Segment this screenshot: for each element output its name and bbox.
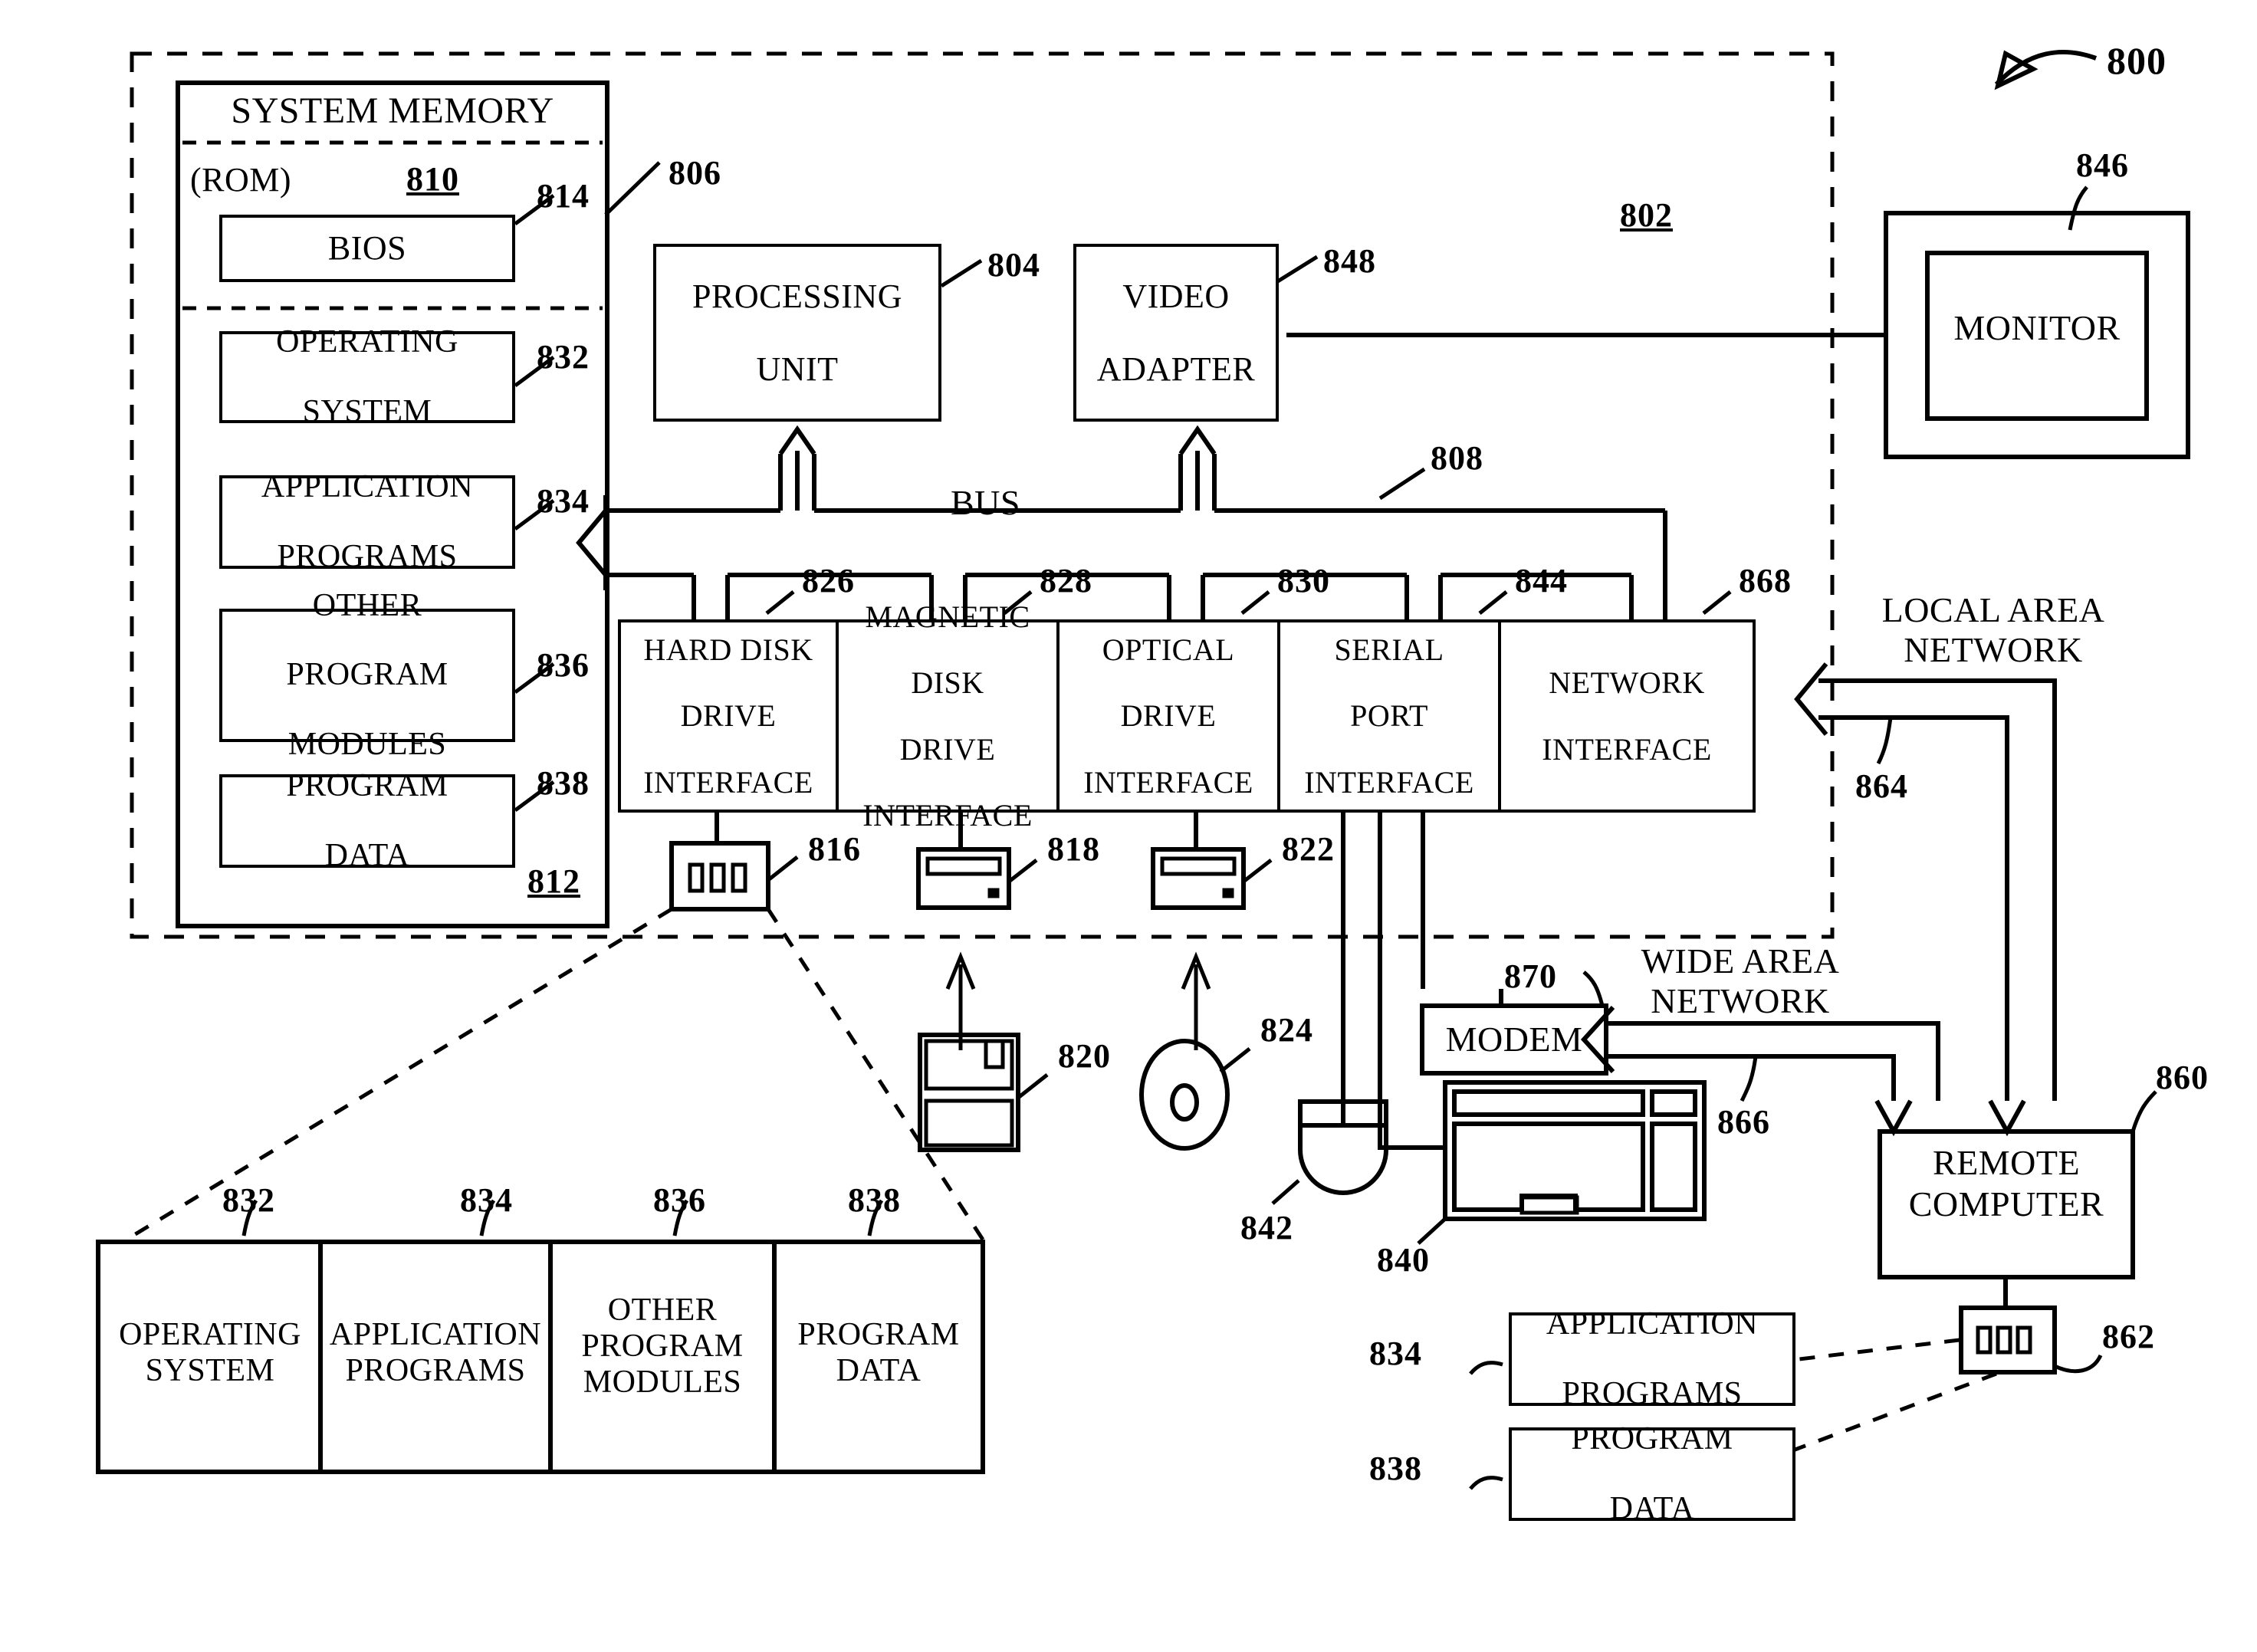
memory-app-ref-834: 834 <box>537 482 590 520</box>
memory-operating-system-label: OPERATING SYSTEM <box>276 324 458 429</box>
magnetic-drive-ref-818: 818 <box>1047 830 1100 868</box>
optical-drive-interface-label: OPTICAL DRIVE INTERFACE <box>1083 632 1253 800</box>
floppy-disk-ref-820: 820 <box>1058 1037 1111 1075</box>
network-interface-label: NETWORK INTERFACE <box>1542 665 1712 767</box>
processing-unit-label: PROCESSING UNIT <box>692 277 902 388</box>
monitor-ref-846: 846 <box>2076 146 2129 184</box>
exploded-ref-832: 832 <box>222 1181 275 1219</box>
memory-program-data-box: PROGRAM DATA <box>219 768 515 873</box>
remote-storage-ref-862: 862 <box>2102 1318 2155 1355</box>
figure-number: 800 <box>2107 39 2167 82</box>
system-memory-ref-806: 806 <box>669 154 721 192</box>
ram-ref-812: 812 <box>527 862 580 900</box>
magnetic-disk-drive-interface-label: MAGNETIC DISK DRIVE INTERFACE <box>862 599 1033 833</box>
patent-figure-canvas: 800 802 SYSTEM MEMORY (ROM) 810 812 BIOS… <box>0 0 2257 1652</box>
optical-drive-icon <box>1151 847 1246 910</box>
memory-modules-ref-836: 836 <box>537 646 590 684</box>
hard-disk-drive-icon <box>669 841 770 911</box>
optical-drive-ref-822: 822 <box>1282 830 1335 868</box>
exploded-cell-program-data: PROGRAM DATA <box>797 1317 960 1389</box>
memory-program-data-label: PROGRAM DATA <box>286 767 448 873</box>
memory-application-programs-label: APPLICATION PROGRAMS <box>261 468 474 574</box>
serial-interface-ref-844: 844 <box>1515 562 1568 599</box>
magnetic-disk-drive-interface-box: MAGNETIC DISK DRIVE INTERFACE <box>839 600 1060 832</box>
network-interface-box: NETWORK INTERFACE <box>1501 619 1756 813</box>
magnetic-interface-ref-828: 828 <box>1040 562 1092 599</box>
floppy-disk-icon <box>918 1033 1020 1152</box>
exploded-ref-836: 836 <box>653 1181 706 1219</box>
exploded-cell-application-programs: APPLICATION PROGRAMS <box>329 1317 542 1389</box>
network-interface-ref-868: 868 <box>1739 562 1792 599</box>
bios-label: BIOS <box>327 229 407 268</box>
remote-data-ref-838: 838 <box>1369 1450 1422 1487</box>
memory-operating-system-box: OPERATING SYSTEM <box>219 324 515 429</box>
bus-ref-808: 808 <box>1431 439 1483 477</box>
lan-ref-864: 864 <box>1855 767 1908 805</box>
monitor-label: MONITOR <box>1953 308 2121 347</box>
processing-unit-ref-804: 804 <box>987 246 1040 284</box>
system-memory-title: SYSTEM MEMORY <box>231 90 554 131</box>
memory-other-program-modules-label: OTHER PROGRAM MODULES <box>286 587 448 763</box>
remote-computer-ref-860: 860 <box>2156 1059 2209 1096</box>
modem-label: MODEM <box>1445 1020 1583 1059</box>
remote-program-data-box: PROGRAM DATA <box>1509 1421 1795 1526</box>
video-adapter-label: VIDEO ADAPTER <box>1096 277 1256 388</box>
remote-computer-label: REMOTE COMPUTER <box>1908 1143 2104 1224</box>
remote-application-programs-label: APPLICATION PROGRAMS <box>1546 1306 1759 1411</box>
memory-os-ref-832: 832 <box>537 338 590 376</box>
remote-storage-icon <box>1959 1306 2057 1374</box>
modem-ref-870: 870 <box>1504 957 1557 995</box>
mouse-icon <box>1298 1099 1388 1195</box>
optical-disc-icon <box>1139 1039 1230 1151</box>
optical-disc-ref-824: 824 <box>1260 1011 1313 1049</box>
bios-box: BIOS <box>219 215 515 282</box>
serial-port-interface-label: SERIAL PORT INTERFACE <box>1304 632 1474 800</box>
rom-ref-810: 810 <box>406 160 459 198</box>
optical-interface-ref-830: 830 <box>1277 562 1330 599</box>
hdd-interface-ref-826: 826 <box>802 562 855 599</box>
exploded-cell-other-program-modules: OTHER PROGRAM MODULES <box>581 1292 744 1401</box>
optical-drive-interface-box: OPTICAL DRIVE INTERFACE <box>1060 619 1280 813</box>
video-adapter-ref-848: 848 <box>1323 242 1376 280</box>
hard-disk-ref-816: 816 <box>808 830 861 868</box>
serial-port-interface-box: SERIAL PORT INTERFACE <box>1280 619 1501 813</box>
video-adapter-box: VIDEO ADAPTER <box>1073 244 1279 422</box>
memory-data-ref-838: 838 <box>537 764 590 802</box>
local-area-network-label: LOCAL AREA NETWORK <box>1881 590 2105 669</box>
memory-application-programs-box: APPLICATION PROGRAMS <box>219 469 515 574</box>
exploded-ref-834: 834 <box>460 1181 513 1219</box>
rom-label: (ROM) <box>190 161 292 199</box>
hard-disk-drive-interface-label: HARD DISK DRIVE INTERFACE <box>643 632 813 800</box>
memory-other-program-modules-box: OTHER PROGRAM MODULES <box>219 588 515 762</box>
magnetic-disk-drive-icon <box>916 847 1011 910</box>
hard-disk-drive-interface-box: HARD DISK DRIVE INTERFACE <box>618 619 839 813</box>
bus-label: BUS <box>951 483 1020 522</box>
remote-application-programs-box: APPLICATION PROGRAMS <box>1509 1306 1795 1411</box>
remote-program-data-label: PROGRAM DATA <box>1571 1420 1733 1526</box>
mouse-ref-842: 842 <box>1240 1209 1293 1246</box>
exploded-cell-operating-system: OPERATING SYSTEM <box>119 1317 301 1389</box>
keyboard-ref-840: 840 <box>1377 1241 1430 1279</box>
wan-ref-866: 866 <box>1717 1103 1770 1141</box>
bios-ref-814: 814 <box>537 177 590 215</box>
system-ref-802: 802 <box>1620 196 1673 234</box>
remote-app-ref-834: 834 <box>1369 1335 1422 1372</box>
exploded-ref-838: 838 <box>848 1181 901 1219</box>
explosion-line-left <box>125 907 673 1242</box>
processing-unit-box: PROCESSING UNIT <box>653 244 941 422</box>
keyboard-icon <box>1443 1080 1707 1221</box>
wide-area-network-label: WIDE AREA NETWORK <box>1641 941 1840 1020</box>
